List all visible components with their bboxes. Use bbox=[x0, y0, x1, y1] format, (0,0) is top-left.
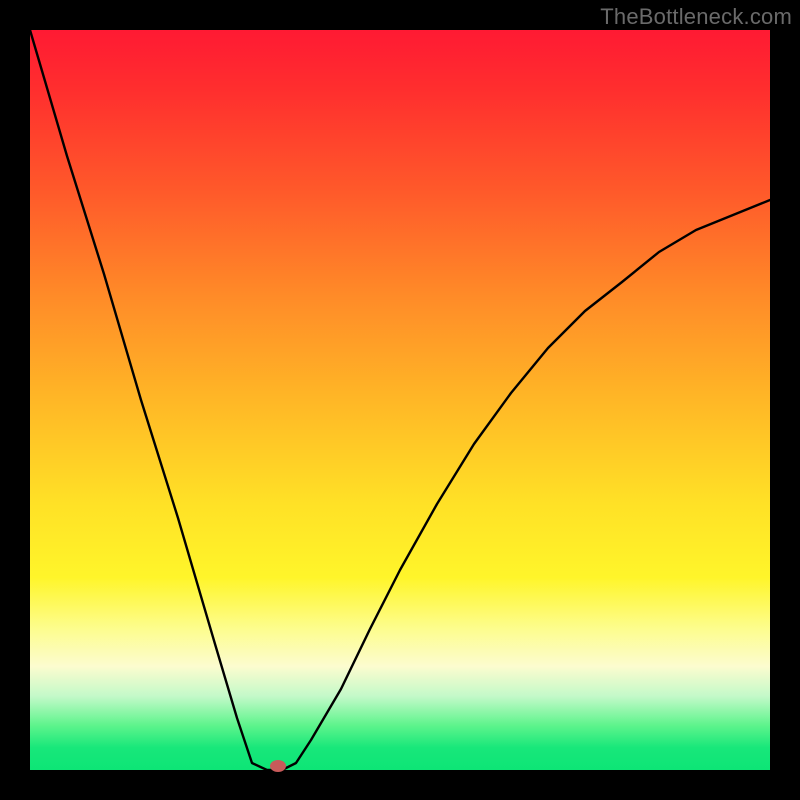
curve-layer bbox=[30, 30, 770, 770]
bottleneck-curve bbox=[30, 30, 770, 770]
optimum-marker bbox=[270, 760, 286, 772]
watermark-text: TheBottleneck.com bbox=[600, 4, 792, 30]
plot-area bbox=[30, 30, 770, 770]
chart-frame: TheBottleneck.com bbox=[0, 0, 800, 800]
